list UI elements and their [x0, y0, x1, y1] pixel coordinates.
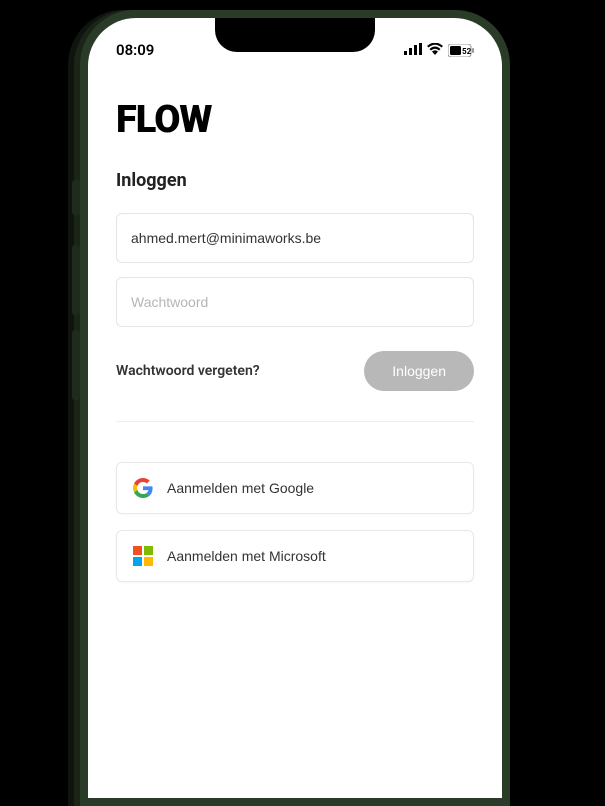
microsoft-signin-button[interactable]: Aanmelden met Microsoft [116, 530, 474, 582]
device-notch [215, 18, 375, 52]
google-signin-button[interactable]: Aanmelden met Google [116, 462, 474, 514]
page-title: Inloggen [116, 170, 474, 191]
google-icon [133, 478, 153, 498]
app-logo: FLOW [116, 98, 474, 142]
phone-device-frame: 08:09 52 FLOW Inloggen Wachtwoord verget… [80, 10, 510, 806]
status-time: 08:09 [116, 41, 154, 59]
password-field[interactable] [116, 277, 474, 327]
divider [116, 421, 474, 422]
svg-text:52: 52 [462, 47, 472, 56]
device-side-buttons [72, 180, 80, 415]
wifi-icon [427, 41, 443, 59]
phone-screen: 08:09 52 FLOW Inloggen Wachtwoord verget… [88, 18, 502, 798]
microsoft-signin-label: Aanmelden met Microsoft [167, 548, 326, 564]
status-icons: 52 [404, 41, 474, 59]
battery-icon: 52 [448, 44, 474, 57]
email-field[interactable] [116, 213, 474, 263]
signal-icon [404, 41, 422, 59]
microsoft-icon [133, 546, 153, 566]
login-button[interactable]: Inloggen [364, 351, 474, 391]
google-signin-label: Aanmelden met Google [167, 480, 314, 496]
login-screen: FLOW Inloggen Wachtwoord vergeten? Inlog… [88, 68, 502, 582]
forgot-password-link[interactable]: Wachtwoord vergeten? [116, 363, 260, 379]
